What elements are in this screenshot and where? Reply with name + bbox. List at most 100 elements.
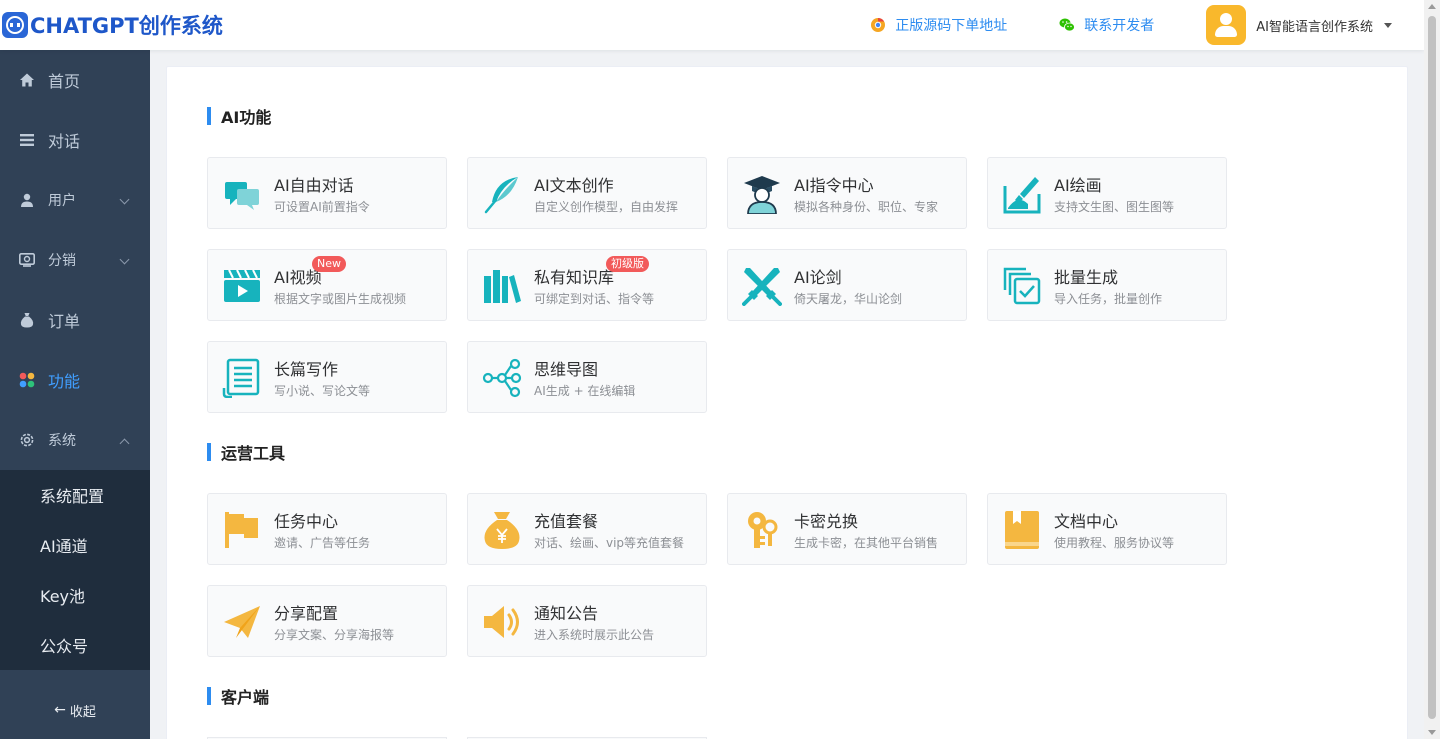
card-card-key-redeem[interactable]: 卡密兑换 生成卡密，在其他平台销售	[727, 493, 967, 565]
chat-bubbles-icon	[225, 182, 259, 210]
sidebar-item-label: 用户	[48, 193, 76, 209]
contact-developer-label: 联系开发者	[1084, 18, 1155, 34]
new-badge: New	[312, 256, 346, 272]
card-long-writing[interactable]: 长篇写作 写小说、写论文等	[207, 341, 447, 413]
card-title: AI自由对话	[274, 176, 354, 195]
sidebar-item-label: 系统	[48, 433, 76, 449]
card-desc: AI生成 + 在线编辑	[534, 384, 636, 398]
logo-text: CHATGPT创作系统	[30, 14, 223, 38]
logo[interactable]: CHATGPT创作系统	[2, 10, 223, 40]
sidebar-item-label: 订单	[48, 312, 81, 331]
sidebar-item-functions[interactable]: 功能	[0, 350, 150, 410]
card-ai-painting[interactable]: AI绘画 支持文生图、图生图等	[987, 157, 1227, 229]
sidebar: 首页 对话 用户 分销 订单 功能 系统 系统配置 AI通道 Key池 公众号 …	[0, 50, 150, 739]
scroll-up-icon[interactable]	[1428, 4, 1436, 9]
collapse-label: 收起	[69, 704, 96, 720]
sidebar-item-label: 对话	[48, 132, 81, 151]
card-title: AI指令中心	[794, 176, 874, 195]
sidebar-item-label: 功能	[48, 372, 81, 391]
page-scrollbar[interactable]	[1424, 0, 1440, 739]
section-title-text: 客户端	[221, 688, 270, 707]
video-icon	[224, 269, 260, 302]
grid-icon	[18, 371, 36, 389]
sidebar-subitem-official-account[interactable]: 公众号	[0, 620, 150, 670]
card-desc: 自定义创作模型，自由发挥	[534, 200, 679, 214]
card-title: 思维导图	[534, 360, 599, 379]
card-desc: 对话、绘画、vip等充值套餐	[534, 536, 685, 550]
chevron-up-icon	[119, 438, 130, 449]
books-icon	[484, 270, 521, 303]
painting-icon	[1003, 177, 1041, 214]
card-desc: 分享文案、分享海报等	[274, 628, 395, 642]
scrollbar-thumb[interactable]	[1428, 16, 1436, 719]
main-content: AI功能 AI自由对话 可设置AI前置指令 AI文本创作 自定义创作模型，自由发…	[150, 50, 1424, 739]
card-ai-prompt-center[interactable]: AI指令中心 模拟各种身份、职位、专家	[727, 157, 967, 229]
sidebar-item-chat[interactable]: 对话	[0, 110, 150, 170]
mindmap-icon	[482, 358, 522, 398]
card-desc: 邀请、广告等任务	[274, 536, 371, 550]
user-icon	[18, 191, 36, 209]
card-desc: 生成卡密，在其他平台销售	[794, 536, 939, 550]
chevron-down-icon	[119, 254, 130, 265]
card-desc: 根据文字或图片生成视频	[274, 292, 407, 306]
card-ai-text-creation[interactable]: AI文本创作 自定义创作模型，自由发挥	[467, 157, 707, 229]
card-desc: 使用教程、服务协议等	[1054, 536, 1175, 550]
distribution-icon	[18, 251, 36, 269]
card-title: AI绘画	[1054, 176, 1102, 195]
card-ai-duel[interactable]: AI论剑 倚天屠龙，华山论剑	[727, 249, 967, 321]
system-submenu: 系统配置 AI通道 Key池 公众号	[0, 470, 150, 670]
sidebar-item-home[interactable]: 首页	[0, 50, 150, 110]
avatar	[1206, 5, 1247, 45]
sidebar-item-system[interactable]: 系统	[0, 410, 150, 470]
sidebar-item-distribution[interactable]: 分销	[0, 230, 150, 290]
card-recharge-packages[interactable]: 充值套餐 对话、绘画、vip等充值套餐	[467, 493, 707, 565]
section-title-text: 运营工具	[221, 444, 286, 463]
collapse-button[interactable]: ← 收起	[0, 681, 150, 739]
beginner-badge: 初级版	[606, 256, 649, 272]
card-ai-video[interactable]: AI视频 New 根据文字或图片生成视频	[207, 249, 447, 321]
scroll-icon	[222, 358, 260, 398]
user-name: AI智能语言创作系统	[1256, 19, 1373, 35]
feather-icon	[484, 177, 518, 214]
section-title-client: 客户端	[207, 687, 270, 707]
contact-developer-link[interactable]: 联系开发者	[1059, 15, 1154, 35]
chevron-down-icon	[119, 194, 130, 205]
card-ai-free-chat[interactable]: AI自由对话 可设置AI前置指令	[207, 157, 447, 229]
card-title: 充值套餐	[534, 512, 599, 531]
arrow-left-icon: ←	[54, 702, 66, 718]
card-desc: 支持文生图、图生图等	[1054, 200, 1175, 214]
card-notice-announcement[interactable]: 通知公告 进入系统时展示此公告	[467, 585, 707, 657]
card-title: 文档中心	[1054, 512, 1119, 531]
sidebar-subitem-ai-channel[interactable]: AI通道	[0, 520, 150, 570]
card-document-center[interactable]: 文档中心 使用教程、服务协议等	[987, 493, 1227, 565]
card-batch-generate[interactable]: 批量生成 导入任务，批量创作	[987, 249, 1227, 321]
graduate-icon	[744, 176, 780, 214]
user-menu[interactable]: AI智能语言创作系统	[1206, 5, 1392, 45]
card-task-center[interactable]: 任务中心 邀请、广告等任务	[207, 493, 447, 565]
source-order-link[interactable]: 正版源码下单地址	[870, 15, 1007, 35]
scroll-down-icon[interactable]	[1428, 730, 1436, 735]
sidebar-subitem-system-config[interactable]: 系统配置	[0, 470, 150, 520]
card-share-config[interactable]: 分享配置 分享文案、分享海报等	[207, 585, 447, 657]
card-desc: 可绑定到对话、指令等	[534, 292, 655, 306]
sidebar-item-orders[interactable]: 订单	[0, 290, 150, 350]
batch-icon	[1003, 267, 1041, 305]
chrome-icon	[871, 17, 886, 32]
section-title-operation-tools: 运营工具	[207, 443, 286, 463]
sidebar-subitem-key-pool[interactable]: Key池	[0, 570, 150, 620]
card-mind-map[interactable]: 思维导图 AI生成 + 在线编辑	[467, 341, 707, 413]
source-order-label: 正版源码下单地址	[895, 18, 1008, 34]
gear-icon	[18, 431, 36, 449]
sidebar-item-users[interactable]: 用户	[0, 170, 150, 230]
money-bag-icon	[484, 512, 520, 549]
card-desc: 导入任务，批量创作	[1054, 292, 1163, 306]
card-desc: 可设置AI前置指令	[274, 200, 370, 214]
menu-icon	[18, 131, 36, 149]
card-private-knowledge-base[interactable]: 私有知识库 初级版 可绑定到对话、指令等	[467, 249, 707, 321]
functions-panel: AI功能 AI自由对话 可设置AI前置指令 AI文本创作 自定义创作模型，自由发…	[166, 66, 1408, 739]
card-title: 批量生成	[1054, 268, 1119, 287]
paper-plane-icon	[224, 606, 260, 638]
card-title: 私有知识库	[534, 268, 615, 287]
card-title: 分享配置	[274, 604, 339, 623]
card-title: 任务中心	[274, 512, 339, 531]
